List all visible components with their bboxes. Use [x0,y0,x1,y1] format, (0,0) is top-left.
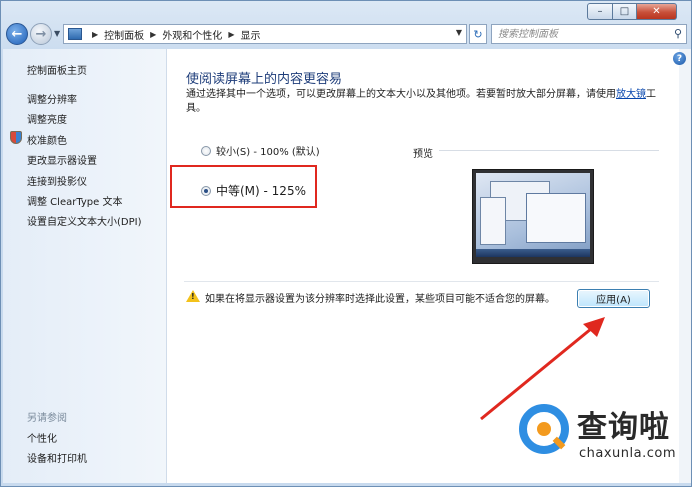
breadcrumb-display[interactable]: 显示 [240,27,260,42]
breadcrumb-control-panel[interactable]: 控制面板 [104,27,144,42]
chevron-right-icon[interactable]: ▶ [150,30,156,39]
chevron-right-icon[interactable]: ▶ [92,30,98,39]
maximize-button[interactable]: □ [613,3,637,20]
help-icon[interactable]: ? [673,52,686,65]
warning-exclamation: ! [191,292,195,301]
radio-smaller[interactable] [201,145,211,156]
close-button[interactable]: ✕ [637,3,677,20]
recent-pages-dropdown-icon[interactable]: ▼ [54,29,60,38]
forward-button[interactable]: → [30,23,52,45]
sidebar-item-adjust-brightness[interactable]: 调整亮度 [27,111,67,126]
watermark-logo: 查询啦 chaxunla.com [515,396,691,470]
sidebar-item-calibrate-color[interactable]: 校准颜色 [27,132,67,147]
sidebar-item-change-display-settings[interactable]: 更改显示器设置 [27,152,97,167]
control-panel-icon [68,28,82,40]
navigation-bar: ← → ▼ ▶ 控制面板 ▶ 外观和个性化 ▶ 显示 ▼ ↻ ⚲ [5,21,689,47]
page-title: 使阅读屏幕上的内容更容易 [186,72,343,87]
sidebar-item-custom-dpi[interactable]: 设置自定义文本大小(DPI) [27,213,141,228]
radio-medium[interactable] [201,185,211,196]
description-text: 通过选择其中一个选项，可以更改屏幕上的文本大小以及其他项。若要暂时放大部分屏幕，… [186,89,616,100]
sidebar-item-cleartype[interactable]: 调整 ClearType 文本 [27,193,122,208]
option-smaller[interactable]: 较小(S) - 100% (默认) [201,143,320,158]
sidebar-item-connect-projector[interactable]: 连接到投影仪 [27,173,87,188]
sidebar-item-adjust-resolution[interactable]: 调整分辨率 [27,91,77,106]
address-bar[interactable]: ▶ 控制面板 ▶ 外观和个性化 ▶ 显示 ▼ [63,24,467,44]
preview-monitor [472,169,594,264]
page-description: 通过选择其中一个选项，可以更改屏幕上的文本大小以及其他项。若要暂时放大部分屏幕，… [186,88,672,116]
minimize-button[interactable]: – [587,3,613,20]
caption-buttons: – □ ✕ [587,3,677,20]
preview-divider [439,150,659,151]
search-icon[interactable]: ⚲ [674,27,682,40]
preview-taskbar [476,249,590,257]
sidebar-item-personalization[interactable]: 个性化 [27,430,57,445]
preview-window [526,193,586,243]
preview-screen [476,173,590,257]
preview-window [480,197,506,245]
chevron-right-icon[interactable]: ▶ [228,30,234,39]
see-also-heading: 另请参阅 [27,413,67,424]
section-divider [184,281,659,282]
address-dropdown-icon[interactable]: ▼ [456,28,462,37]
apply-button[interactable]: 应用(A) [577,289,650,308]
logo-brand-en: chaxunla.com [579,446,676,461]
control-panel-window: – □ ✕ ← → ▼ ▶ 控制面板 ▶ 外观和个性化 ▶ 显示 ▼ ↻ ⚲ 控… [0,0,692,487]
magnifier-link[interactable]: 放大镜 [616,89,646,100]
breadcrumb-appearance[interactable]: 外观和个性化 [162,27,222,42]
preview-label: 预览 [413,149,433,160]
search-box: ⚲ [491,24,687,44]
option-medium[interactable]: 中等(M) - 125% [201,182,306,199]
shield-icon [10,131,22,144]
refresh-button[interactable]: ↻ [469,24,487,44]
logo-brand-cn: 查询啦 [577,410,670,445]
sidebar-item-devices-printers[interactable]: 设备和打印机 [27,450,87,465]
option-medium-label[interactable]: 中等(M) - 125% [216,182,306,199]
option-smaller-label[interactable]: 较小(S) - 100% (默认) [216,143,320,158]
back-button[interactable]: ← [6,23,28,45]
task-pane: 控制面板主页 调整分辨率 调整亮度 校准颜色 更改显示器设置 连接到投影仪 调整… [3,49,167,483]
search-input[interactable] [492,25,662,43]
sidebar-item-control-panel-home[interactable]: 控制面板主页 [27,62,87,77]
logo-dot-icon [537,422,551,436]
warning-text: 如果在将显示器设置为该分辨率时选择此设置，某些项目可能不适合您的屏幕。 [205,294,555,305]
